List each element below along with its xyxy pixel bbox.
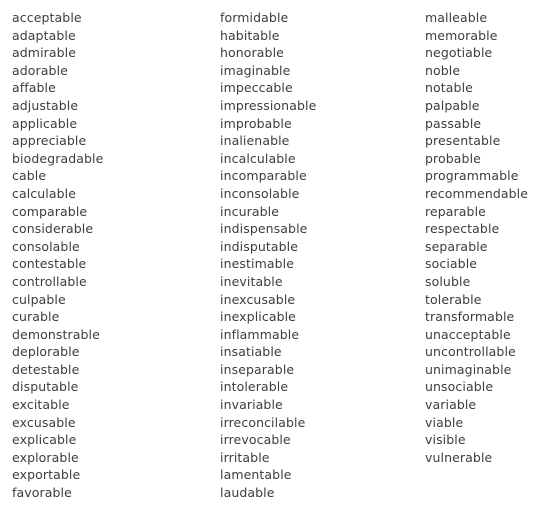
word-item: visible (425, 432, 466, 448)
word-item: tolerable (425, 291, 482, 307)
word-item: inexcusable (220, 291, 296, 307)
word-columns-container: acceptable adaptable admirable adorable affa… (0, 0, 542, 502)
word-item: inconsolable (220, 185, 300, 201)
word-item: sociable (425, 256, 478, 272)
word-item: comparable (12, 203, 88, 219)
word-item: irreconcilable (220, 414, 306, 430)
word-item: impeccable (220, 80, 293, 96)
word-item: unacceptable (425, 326, 511, 342)
word-item: unimaginable (425, 361, 512, 377)
word-item: variable (425, 397, 477, 413)
word-item: memorable (425, 27, 498, 43)
word-item: inalienable (220, 133, 290, 149)
word-item: malleable (425, 10, 488, 25)
word-item: demonstrable (12, 326, 100, 342)
word-item: probable (425, 150, 481, 166)
word-item: contestable (12, 256, 87, 272)
word-column-3: malleable memorable negotiable noble notable… (425, 9, 542, 466)
word-item: adjustable (12, 97, 79, 113)
word-item: incurable (220, 203, 279, 219)
word-item: improbable (220, 115, 292, 131)
word-item: irritable (220, 449, 270, 465)
word-item: explicable (12, 432, 77, 448)
word-item: excitable (12, 397, 70, 413)
word-item: irrevocable (220, 432, 291, 448)
word-column-2: formidable habitable honorable imaginable im… (220, 9, 425, 502)
word-item: appreciable (12, 133, 87, 149)
word-item: deplorable (12, 344, 80, 360)
word-item: separable (425, 238, 488, 254)
word-item: culpable (12, 291, 66, 307)
word-item: inevitable (220, 273, 283, 289)
word-item: curable (12, 309, 60, 325)
word-item: inseparable (220, 361, 295, 377)
word-item: detestable (12, 361, 80, 377)
word-item: honorable (220, 45, 284, 61)
word-item: presentable (425, 133, 501, 149)
word-item: considerable (12, 221, 94, 237)
word-item: recommendable (425, 185, 529, 201)
word-item: cable (12, 168, 47, 184)
word-item: laudable (220, 485, 275, 501)
word-item: reparable (425, 203, 486, 219)
word-item: indispensable (220, 221, 308, 237)
word-column-1: acceptable adaptable admirable adorable affa… (0, 9, 220, 502)
word-item: biodegradable (12, 150, 104, 166)
word-item: consolable (12, 238, 80, 254)
word-item: incalculable (220, 150, 296, 166)
word-item: disputable (12, 379, 79, 395)
word-item: notable (425, 80, 473, 96)
word-item: soluble (425, 273, 471, 289)
word-item: adaptable (12, 27, 76, 43)
word-item: noble (425, 62, 461, 78)
word-item: calculable (12, 185, 77, 201)
word-item: imaginable (220, 62, 291, 78)
word-item: admirable (12, 45, 77, 61)
word-item: formidable (220, 10, 289, 25)
word-item: lamentable (220, 467, 292, 483)
word-item: intolerable (220, 379, 289, 395)
word-item: acceptable (12, 10, 82, 25)
word-item: exportable (12, 467, 81, 483)
word-item: excusable (12, 414, 76, 430)
word-item: palpable (425, 97, 480, 113)
word-item: impressionable (220, 97, 317, 113)
word-item: transformable (425, 309, 515, 325)
word-item: programmable (425, 168, 519, 184)
word-item: respectable (425, 221, 500, 237)
word-item: uncontrollable (425, 344, 516, 360)
word-item: favorable (12, 485, 72, 501)
word-item: inflammable (220, 326, 300, 342)
word-item: controllable (12, 273, 87, 289)
word-item: vulnerable (425, 449, 493, 465)
word-item: adorable (12, 62, 68, 78)
word-item: passable (425, 115, 482, 131)
word-item: unsociable (425, 379, 494, 395)
word-item: insatiable (220, 344, 282, 360)
word-item: inexplicable (220, 309, 296, 325)
word-item: explorable (12, 449, 79, 465)
word-list-page: acceptable adaptable admirable adorable affa… (0, 0, 542, 507)
word-item: viable (425, 414, 464, 430)
word-item: invariable (220, 397, 283, 413)
word-item: applicable (12, 115, 78, 131)
word-item: negotiable (425, 45, 493, 61)
word-item: indisputable (220, 238, 299, 254)
word-item: inestimable (220, 256, 295, 272)
word-item: incomparable (220, 168, 307, 184)
word-item: affable (12, 80, 56, 96)
word-item: habitable (220, 27, 280, 43)
